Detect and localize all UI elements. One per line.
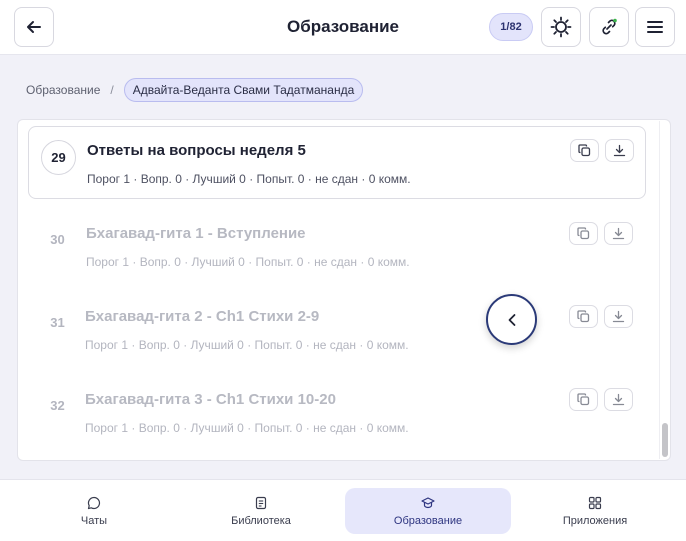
nav-library[interactable]: Библиотека [178,488,344,534]
download-icon [612,227,625,240]
nav-chats-label: Чаты [80,514,108,527]
download-icon [612,310,625,323]
lesson-title: Бхагавад-гита 3 - Ch1 Стихи 10-20 [85,391,336,408]
copy-button[interactable] [570,139,599,162]
lesson-meta: Порог 1 · Вопр. 0 · Лучший 0 · Попыт. 0 … [85,338,409,352]
lesson-meta: Порог 1 · Вопр. 0 · Лучший 0 · Попыт. 0 … [85,421,409,435]
lesson-meta: Порог 1 · Вопр. 0 · Лучший 0 · Попыт. 0 … [87,172,411,186]
document-icon [255,496,267,509]
copy-icon [578,144,591,157]
bottom-navigation: Чаты Библиотека Образование Приложения [0,479,686,541]
lesson-item[interactable]: 29 Ответы на вопросы неделя 5 Порог 1 · … [28,126,646,199]
download-button[interactable] [604,222,633,245]
copy-button[interactable] [569,388,598,411]
integrations-button[interactable] [589,7,629,47]
hamburger-menu-icon [647,21,663,33]
nav-chats[interactable]: Чаты [11,488,177,534]
copy-icon [577,393,590,406]
lesson-item[interactable]: 31 Бхагавад-гита 2 - Ch1 Стихи 2-9 Порог… [28,293,646,366]
lesson-item[interactable]: 32 Бхагавад-гита 3 - Ch1 Стихи 10-20 Пор… [28,376,646,449]
grid-apps-icon [588,496,602,509]
copy-button[interactable] [569,305,598,328]
lesson-title: Ответы на вопросы неделя 5 [87,142,306,159]
lesson-number: 32 [50,398,65,413]
download-button[interactable] [604,305,633,328]
lesson-number: 29 [41,140,76,175]
scrollbar-thumb[interactable] [662,423,668,457]
lesson-meta: Порог 1 · Вопр. 0 · Лучший 0 · Попыт. 0 … [86,255,410,269]
copy-button[interactable] [569,222,598,245]
chat-bubble-icon [87,496,101,509]
download-button[interactable] [604,388,633,411]
collapse-panel-button[interactable] [486,294,537,345]
scrollbar-track[interactable] [659,121,670,459]
lesson-number: 31 [50,315,65,330]
breadcrumb-root-link[interactable]: Образование [26,83,100,97]
menu-button[interactable] [635,7,675,47]
plug-link-icon [602,18,617,35]
nav-apps-label: Приложения [562,514,628,527]
copy-icon [577,310,590,323]
lesson-item[interactable]: 30 Бхагавад-гита 1 - Вступление Порог 1 … [28,210,646,283]
lesson-number: 30 [50,232,65,247]
lesson-title: Бхагавад-гита 2 - Ch1 Стихи 2-9 [85,308,320,325]
download-icon [612,393,625,406]
download-button[interactable] [605,139,634,162]
download-icon [613,144,626,157]
page-title: Образование [286,17,400,36]
nav-library-label: Библиотека [231,514,291,527]
breadcrumb-current-course[interactable]: Адвайта-Веданта Свами Тадатмананда [123,78,364,102]
breadcrumb: Образование / Адвайта-Веданта Свами Тада… [26,77,364,103]
nav-education-label: Образование [393,514,463,527]
nav-apps[interactable]: Приложения [512,488,678,534]
top-app-bar: Образование 1/82 [0,0,686,55]
theme-toggle-button[interactable] [541,7,581,47]
lesson-title: Бхагавад-гита 1 - Вступление [86,225,306,242]
progress-counter-badge[interactable]: 1/82 [489,13,533,41]
chevron-left-icon [508,313,515,326]
graduation-cap-icon [421,496,435,508]
copy-icon [577,227,590,240]
nav-education[interactable]: Образование [345,488,511,534]
sun-icon [550,16,572,38]
breadcrumb-separator: / [110,83,114,97]
